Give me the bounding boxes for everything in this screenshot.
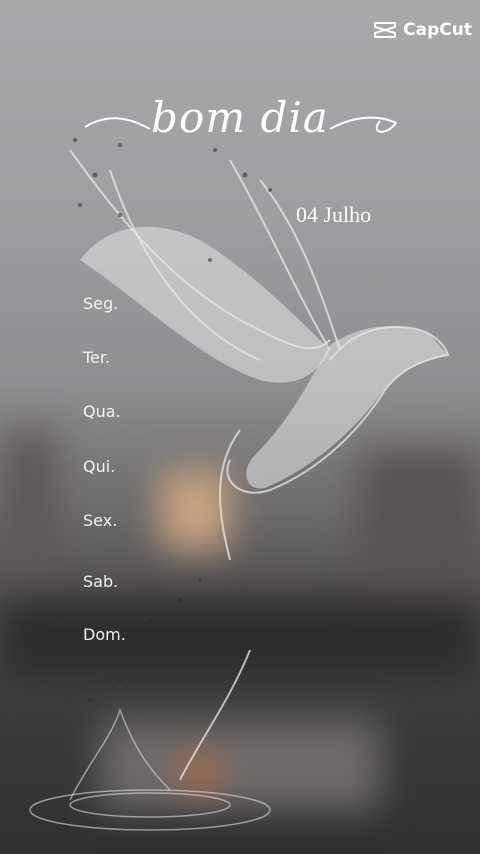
photo-background: CapCut bom dia 04 Julho Seg. Ter. Qua. Q…	[0, 0, 480, 854]
weekday-dom: Dom.	[83, 625, 126, 644]
weekday-qui: Qui.	[83, 457, 116, 476]
weekday-ter: Ter.	[83, 348, 111, 367]
capcut-watermark: CapCut	[373, 20, 472, 40]
greeting-text: bom dia	[151, 93, 329, 142]
weekday-sex: Sex.	[83, 511, 118, 530]
greeting-title: bom dia	[80, 85, 400, 165]
capcut-logo-icon	[374, 22, 397, 38]
weekday-qua: Qua.	[83, 402, 121, 421]
weekday-sab: Sab.	[83, 572, 119, 591]
date-label: 04 Julho	[296, 202, 372, 227]
watermark-label: CapCut	[403, 20, 472, 40]
weekday-seg: Seg.	[83, 294, 119, 313]
